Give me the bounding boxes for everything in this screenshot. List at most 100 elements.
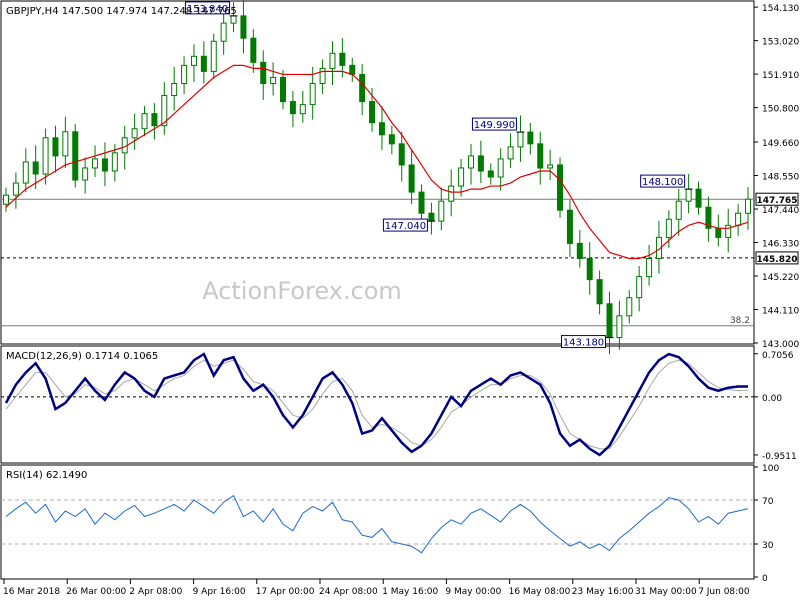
rsi-ytick-label-1: 70 [762,497,774,507]
macd-ytick-label-2: -0.9511 [762,452,797,462]
price-ytick-label-0: 154.130 [762,4,799,14]
candle-body [576,242,583,260]
price-label-3: 148.100 [642,177,683,188]
candle-body [596,279,603,305]
price-ytick-label-1: 153.020 [762,38,799,48]
price-label-4: 143.180 [563,338,604,349]
candle-body [527,131,534,145]
candle-body [319,67,326,84]
candle-body [22,161,29,184]
xtick-label-1: 26 Mar 00:00 [66,587,126,597]
candle-body [280,76,287,103]
candle-body [3,194,9,205]
xtick-label-0: 16 Mar 2018 [3,587,60,597]
candle-body [487,170,494,178]
xtick-label-5: 24 Apr 08:00 [319,587,378,597]
candle-body [458,167,465,187]
candle-body [349,64,356,75]
candle-body [82,167,89,181]
candle-body [715,227,722,238]
price-ytick-label-10: 143.000 [762,340,799,350]
candle-body [695,188,702,208]
macd-panel-frame [0,345,755,464]
candle-body [190,55,197,66]
fib-label: 38.2 [730,316,750,326]
candle-body [181,64,188,84]
candle-body [685,188,692,202]
xtick-label-4: 17 Apr 00:00 [256,587,315,597]
candle-body [62,131,69,157]
candle-body [378,122,385,136]
xtick-label-8: 16 May 08:00 [509,587,571,597]
hline-label-1: 145.820 [757,255,798,265]
xtick-label-7: 9 May 00:00 [445,587,501,597]
candle-body [101,158,108,172]
candle-body [388,134,395,145]
candle-body [606,303,613,339]
candle-body [250,37,257,63]
xtick-label-9: 23 May 16:00 [572,587,634,597]
hline-label-0: 147.765 [757,196,798,206]
candle-body [477,155,484,172]
candle-body [299,104,306,115]
candle-body [240,15,247,39]
candle-body [220,22,227,42]
chart-svg: 38.2153.840147.040149.990148.100143.180 … [0,0,799,597]
watermark: ActionForex.com [202,277,402,305]
candle-body [270,76,277,84]
price-title: GBPJPY,H4 147.500 147.974 147.248 147.76… [6,6,237,17]
candle-body [497,158,504,178]
candle-body [626,297,633,317]
candle-body [665,218,672,238]
candle-body [131,128,138,139]
candle-body [557,164,564,211]
price-ytick-label-4: 149.660 [762,139,799,149]
candle-body [111,152,118,172]
macd-ytick-label-0: 0.7056 [762,351,794,361]
candle-body [547,164,554,169]
candle-body [210,40,217,72]
price-ytick-label-2: 151.910 [762,71,799,81]
price-ytick-label-3: 150.800 [762,105,799,115]
candle-body [141,113,148,130]
price-ytick-label-6: 147.440 [762,206,799,216]
rsi-ytick-label-2: 30 [762,541,774,551]
candle-body [646,258,653,278]
price-label-1: 147.040 [385,221,426,232]
price-ytick-label-9: 144.110 [762,307,799,317]
candle-body [616,315,623,339]
candle-body [72,131,79,181]
candle-body [725,224,732,238]
candle-body [537,143,544,169]
candle-body [507,146,514,160]
price-ytick-label-5: 148.550 [762,173,799,183]
xtick-label-10: 31 May 00:00 [635,587,697,597]
macd-ytick-label-1: 0.00 [762,394,782,404]
candle-body [675,200,682,220]
candle-body [745,198,751,214]
candle-body [151,113,158,127]
rsi-panel-frame [0,464,755,580]
candle-body [329,52,336,69]
rsi-ytick-label-3: 0 [762,574,768,584]
price-ytick-label-8: 145.220 [762,273,799,283]
chart-canvas: 38.2 153.840 147.040 149.990 148.100 143.180 … [0,0,800,600]
candle-body [566,209,573,244]
candle-body [408,164,415,193]
xtick-label-3: 9 Apr 16:00 [193,587,246,597]
candle-body [171,82,178,97]
candle-body [418,191,425,214]
candle-body [52,137,59,157]
price-label-2: 149.990 [474,120,515,131]
candle-body [467,155,474,169]
candle-body [200,55,207,72]
candle-body [12,182,19,196]
candle-body [32,161,39,175]
candle-body [735,212,742,226]
xtick-label-6: 1 May 16:00 [382,587,438,597]
candle-body [428,212,435,222]
candle-body [438,200,445,222]
candle-body [92,158,99,169]
macd-title: MACD(12,26,9) 0.1714 0.1065 [6,351,158,362]
candle-7 [72,124,79,188]
